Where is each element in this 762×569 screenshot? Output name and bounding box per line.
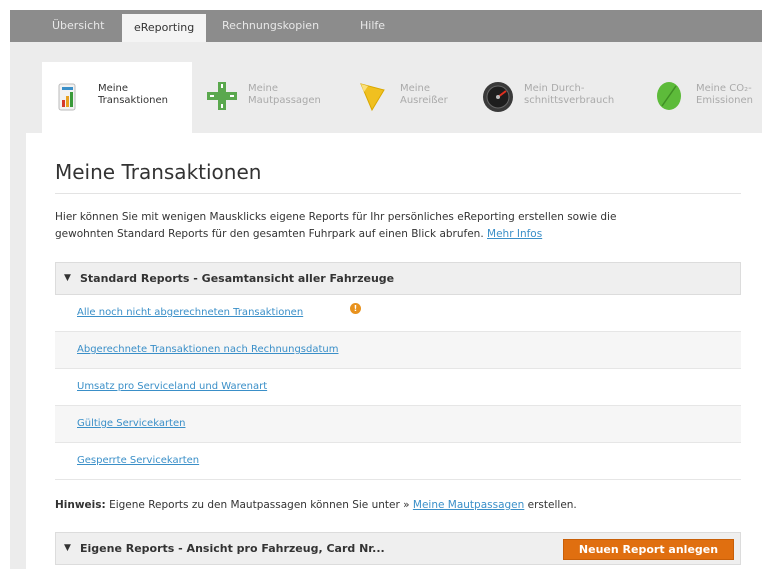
road-icon: [207, 82, 237, 110]
new-report-button[interactable]: Neuen Report anlegen: [563, 539, 734, 560]
hint-label: Hinweis:: [55, 499, 106, 511]
report-row[interactable]: Alle noch nicht abgerechneten Transaktio…: [55, 295, 741, 332]
hint-suffix: erstellen.: [527, 499, 577, 511]
leaf-icon: [657, 82, 681, 110]
report-row[interactable]: Gesperrte Servicekarten: [55, 443, 741, 480]
info-icon[interactable]: !: [350, 303, 361, 314]
intro-line-2: gewohnten Standard Reports für den gesam…: [55, 228, 484, 240]
report-link[interactable]: Umsatz pro Serviceland und Warenart: [77, 381, 267, 392]
report-link[interactable]: Gesperrte Servicekarten: [77, 455, 199, 466]
hint-text: Hinweis: Eigene Reports zu den Mautpassa…: [55, 499, 577, 511]
report-link[interactable]: Gültige Servicekarten: [77, 418, 185, 429]
report-link[interactable]: Abgerechnete Transaktionen nach Rechnung…: [77, 344, 339, 355]
icon-tab-co2-emissionen[interactable]: Meine CO₂- Emissionen: [652, 62, 762, 134]
chevron-down-icon: ▼: [64, 273, 71, 283]
report-link[interactable]: Alle noch nicht abgerechneten Transaktio…: [77, 307, 303, 318]
icon-tab-ausreisser[interactable]: Meine Ausreißer: [354, 62, 474, 134]
icon-tab-mautpassagen[interactable]: Meine Mautpassagen: [200, 62, 340, 134]
tab-uebersicht[interactable]: Übersicht: [52, 10, 104, 42]
tab-ereporting[interactable]: eReporting: [122, 14, 207, 42]
icon-tab-durchschnittsverbrauch[interactable]: Mein Durch- schnittsverbrauch: [480, 62, 650, 134]
icon-tab-label: Meine Ausreißer: [400, 83, 448, 106]
standard-reports-header[interactable]: ▼ Standard Reports - Gesamtansicht aller…: [55, 262, 741, 295]
icon-tab-label: Meine Transaktionen: [98, 83, 168, 106]
standard-reports-title: Standard Reports - Gesamtansicht aller F…: [80, 272, 395, 285]
bar-chart-icon: [58, 83, 76, 111]
icon-tab-label: Mein Durch- schnittsverbrauch: [524, 83, 615, 106]
report-row[interactable]: Umsatz pro Serviceland und Warenart: [55, 369, 741, 406]
icon-tab-label: Meine CO₂- Emissionen: [696, 83, 753, 106]
megaphone-icon: [360, 83, 385, 112]
tab-hilfe[interactable]: Hilfe: [360, 10, 385, 42]
tab-rechnungskopien[interactable]: Rechnungskopien: [222, 10, 319, 42]
page-title: Meine Transaktionen: [55, 160, 262, 184]
icon-tab-label: Meine Mautpassagen: [248, 83, 321, 106]
intro-line-1: Hier können Sie mit wenigen Mausklicks e…: [55, 211, 617, 223]
report-row[interactable]: Abgerechnete Transaktionen nach Rechnung…: [55, 332, 741, 369]
own-reports-title: Eigene Reports - Ansicht pro Fahrzeug, C…: [80, 542, 385, 555]
meine-mautpassagen-link[interactable]: Meine Mautpassagen: [413, 499, 524, 511]
report-row[interactable]: Gültige Servicekarten: [55, 406, 741, 443]
chevron-down-icon: ▼: [64, 543, 71, 553]
icon-tab-transaktionen[interactable]: Meine Transaktionen: [42, 62, 192, 134]
hint-body: Eigene Reports zu den Mautpassagen könne…: [109, 499, 410, 511]
top-navigation: Übersicht eReporting Rechnungskopien Hil…: [10, 10, 762, 42]
more-info-link[interactable]: Mehr Infos: [487, 228, 542, 240]
speedometer-icon: [483, 82, 513, 112]
intro-text: Hier können Sie mit wenigen Mausklicks e…: [55, 209, 745, 243]
title-divider: [55, 193, 741, 194]
